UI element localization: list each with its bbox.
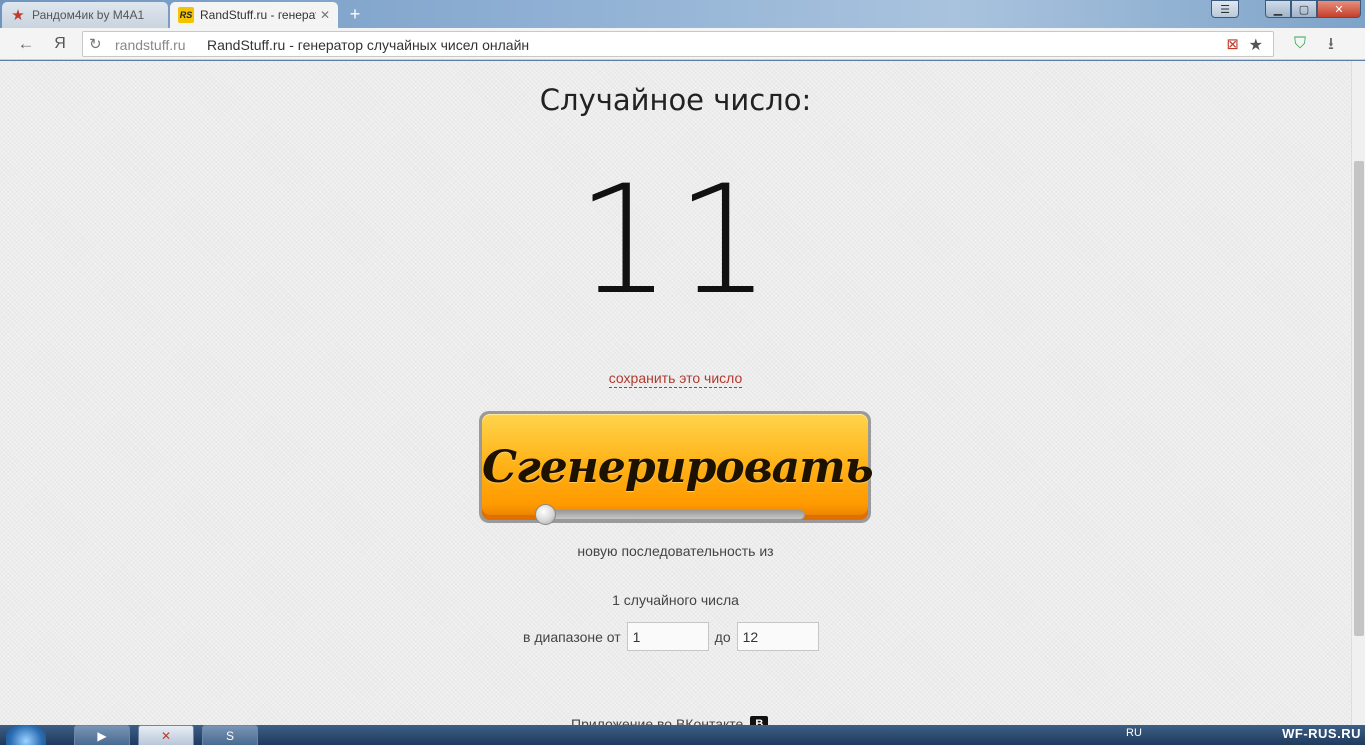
sequence-label: новую последовательность из [577, 543, 774, 559]
range-from-input[interactable] [626, 622, 709, 651]
address-bar[interactable]: ↻ randstuff.ru RandStuff.ru - генератор … [82, 31, 1274, 57]
page-scrollbar[interactable] [1351, 61, 1365, 725]
browser-titlebar: ★ Рандом4ик by M4A1 RS RandStuff.ru - ге… [0, 0, 1365, 28]
yandex-button[interactable]: Я [50, 34, 70, 54]
tab-randstuff[interactable]: RS RandStuff.ru - генерат ✕ [170, 2, 338, 28]
random-number-result: 11 [576, 154, 775, 328]
vk-app-link[interactable]: Приложение во ВКонтакте В [571, 716, 769, 725]
sequence-slider-handle[interactable] [535, 504, 556, 525]
watermark: WF-RUS.RU [1282, 726, 1361, 741]
page-title: Случайное число: [539, 83, 812, 117]
address-page-title: RandStuff.ru - генератор случайных чисел… [207, 37, 530, 53]
red-star-icon: ★ [11, 7, 25, 24]
yandex-browser-taskbar-icon[interactable]: ✕ [138, 725, 194, 745]
range-to-label: до [714, 628, 731, 645]
new-tab-button[interactable]: + [344, 4, 366, 24]
tab-randomchik[interactable]: ★ Рандом4ик by M4A1 [2, 2, 168, 28]
reload-icon[interactable]: ↻ [89, 35, 102, 53]
media-player-taskbar-icon[interactable]: ▶ [74, 725, 130, 745]
save-number-row: сохранить это число [0, 370, 1351, 388]
download-icon[interactable]: ⭳ [1328, 34, 1334, 54]
windows-taskbar: ▶ ✕ S RU WF-RUS.RU [0, 725, 1365, 745]
tab-title: RandStuff.ru - генерат [200, 8, 316, 22]
close-window-button[interactable]: ✕ [1317, 0, 1361, 18]
vk-app-link-text: Приложение во ВКонтакте [571, 716, 744, 725]
range-to-input[interactable] [736, 622, 819, 651]
address-domain: randstuff.ru [115, 37, 186, 53]
minimize-button[interactable]: ▁ [1265, 0, 1291, 18]
tab-title: Рандом4ик by M4A1 [32, 8, 145, 22]
range-from-label: в диапазоне от [523, 628, 621, 645]
page-content: Случайное число: 11 сохранить это число … [0, 61, 1351, 725]
vk-icon: В [750, 716, 769, 725]
bookmark-star-icon[interactable]: ★ [1249, 35, 1263, 55]
browser-menu-button[interactable]: ☰ [1211, 0, 1239, 18]
maximize-button[interactable]: ▢ [1291, 0, 1317, 18]
count-label: 1 случайного числа [612, 592, 739, 608]
save-number-link[interactable]: сохранить это число [608, 370, 743, 388]
range-row: в диапазоне от до [523, 622, 819, 651]
rs-logo-icon: RS [178, 7, 194, 23]
scrollbar-thumb[interactable] [1354, 161, 1364, 636]
back-arrow-icon[interactable]: ← [14, 34, 38, 54]
blocked-content-icon[interactable]: ⊠ [1226, 35, 1239, 53]
start-button[interactable] [6, 725, 46, 745]
skype-taskbar-icon[interactable]: S [202, 725, 258, 745]
protect-shield-icon[interactable]: ⛉ [1294, 34, 1306, 54]
tray-language[interactable]: RU [1126, 727, 1142, 739]
sequence-slider-track[interactable] [540, 510, 805, 520]
close-tab-icon[interactable]: ✕ [320, 8, 330, 22]
browser-toolbar: ← Я ↻ randstuff.ru RandStuff.ru - генера… [0, 28, 1365, 60]
window-controls: ☰ ▁ ▢ ✕ [1211, 0, 1361, 18]
